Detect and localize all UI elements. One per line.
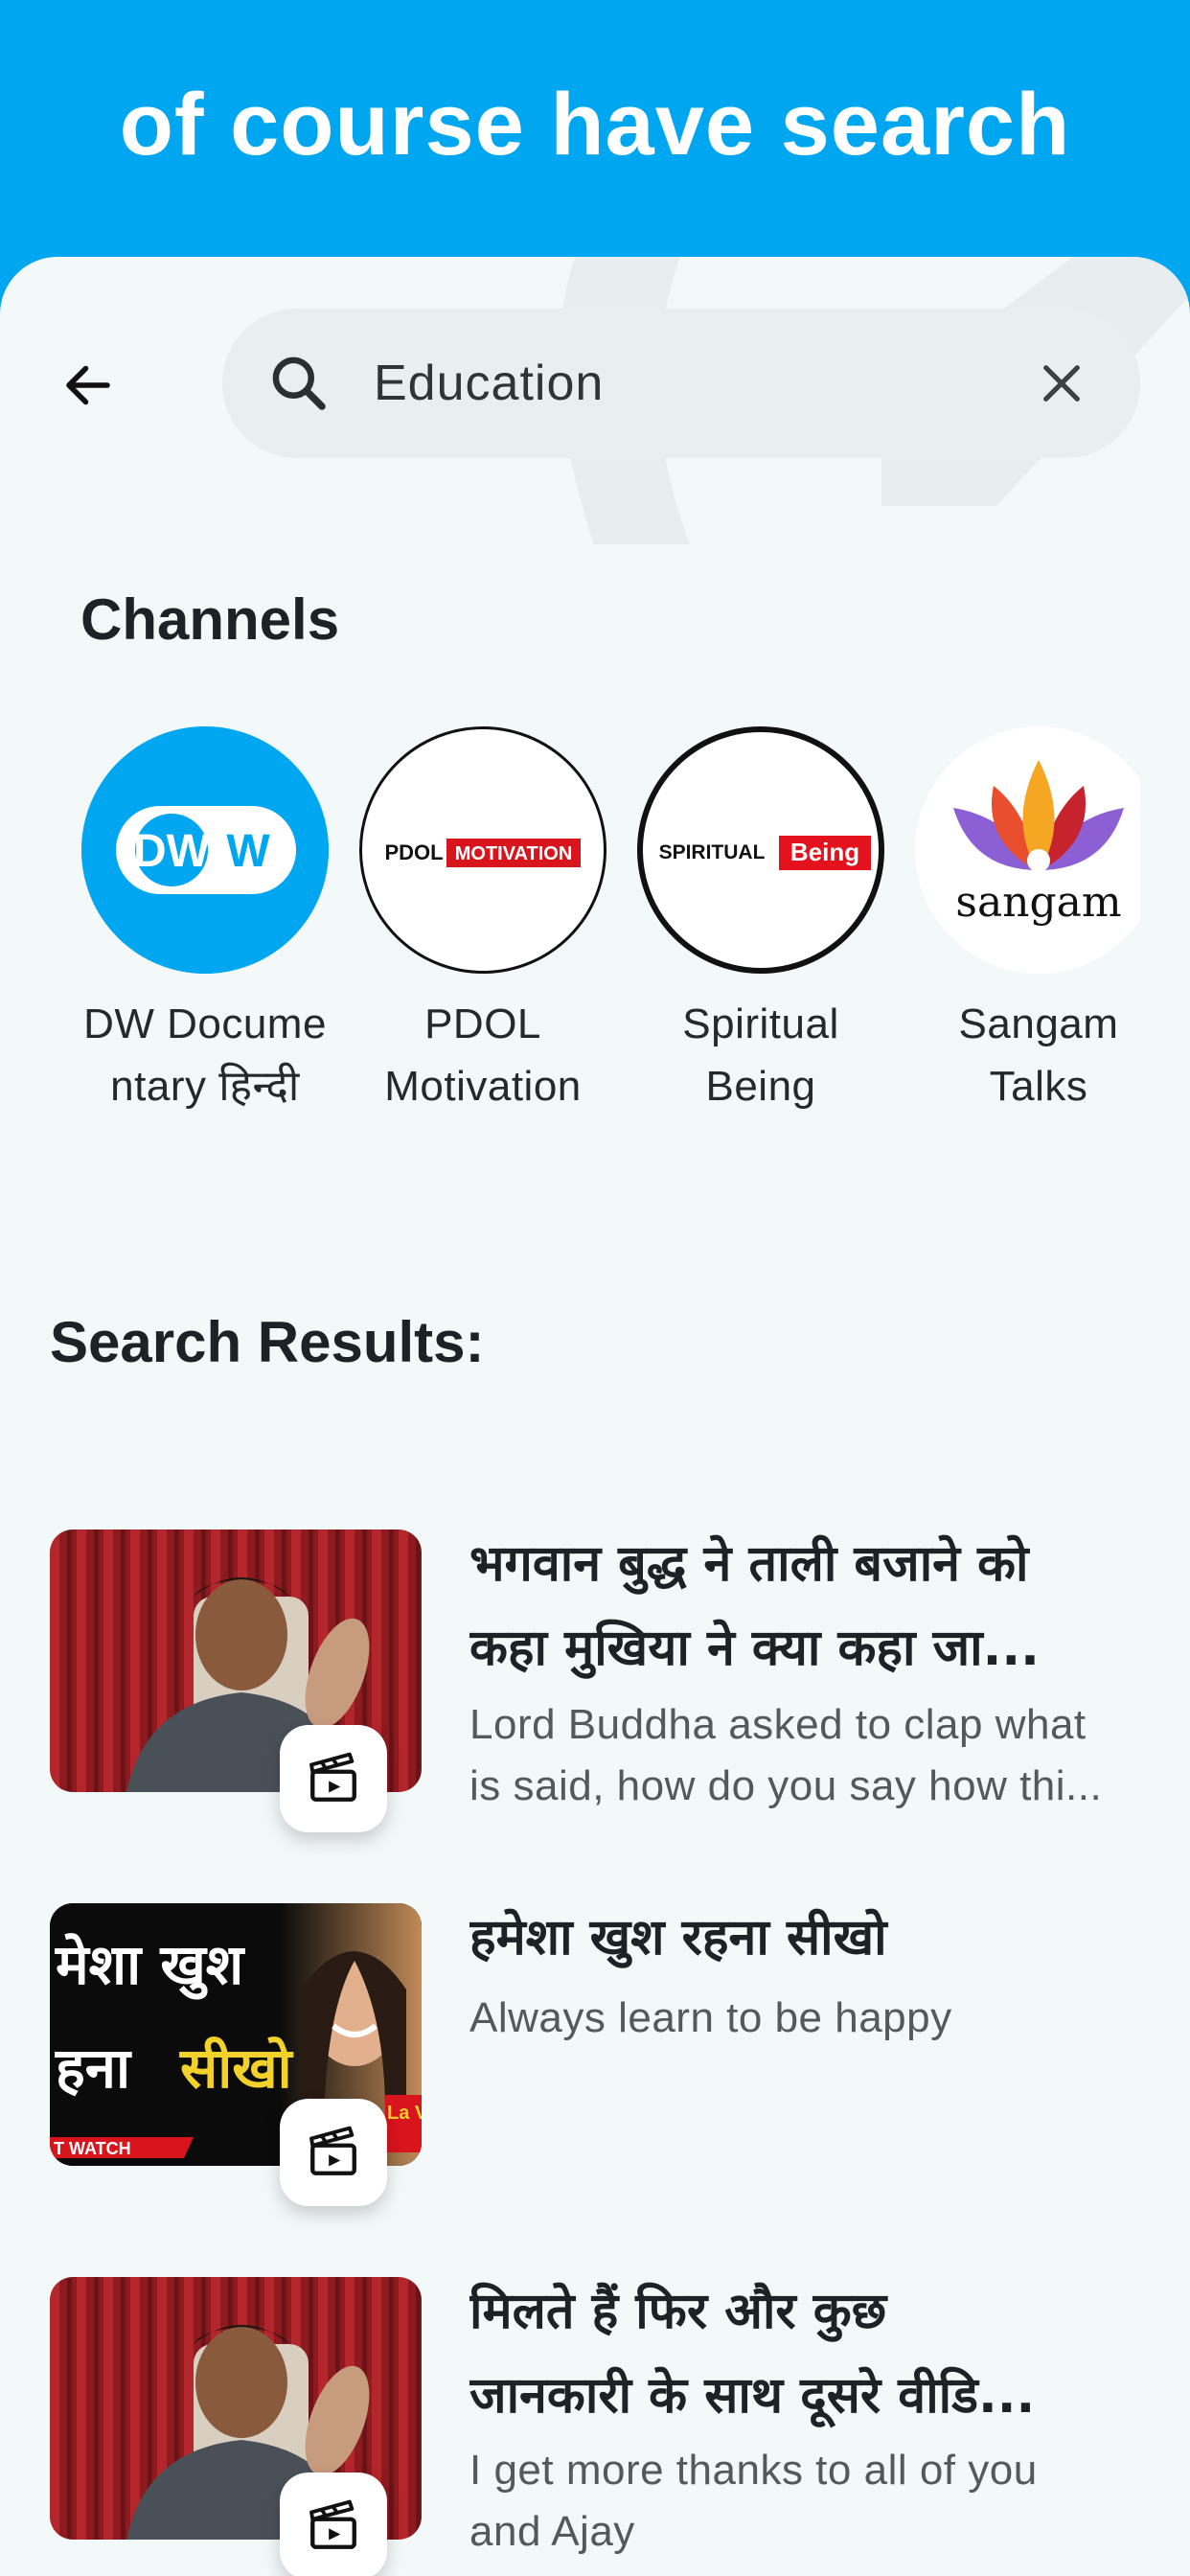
search-bar[interactable] bbox=[222, 309, 1140, 458]
result-description: I get more thanks to all of you and Ajay bbox=[469, 2440, 1121, 2563]
channel-avatar: PDOL MOTIVATION bbox=[359, 726, 606, 974]
sangam-logo-text: sangam bbox=[955, 878, 1121, 927]
spiritual-being-logo: SPIRITUAL Being bbox=[659, 836, 871, 870]
search-results-heading: Search Results: bbox=[50, 1310, 485, 1374]
thumbnail-text: सीखो bbox=[179, 2036, 294, 2101]
thumbnail-tag: T WATCH bbox=[54, 2139, 131, 2158]
dw-logo: DW W bbox=[81, 726, 329, 974]
video-thumbnail: मेशा खुश हना सीखो T WATCH La VI bbox=[50, 1903, 422, 2206]
dw-logo-text: DW bbox=[133, 826, 211, 877]
result-desc-line: is said, how do you say how thi... bbox=[469, 1762, 1103, 1809]
channel-name: ntary हिन्दी bbox=[110, 1063, 300, 1110]
back-button[interactable] bbox=[54, 351, 123, 420]
reel-badge bbox=[280, 1725, 387, 1832]
reel-badge bbox=[280, 2472, 387, 2576]
channel-name: Talks bbox=[989, 1063, 1088, 1110]
thumbnail-side-text: La VI bbox=[387, 2103, 422, 2124]
sangam-lotus-logo: sangam bbox=[915, 726, 1140, 974]
pdol-logo-subtext: MOTIVATION bbox=[455, 843, 573, 864]
channel-avatar: sangam bbox=[915, 726, 1140, 974]
clapperboard-icon bbox=[309, 2499, 356, 2549]
channel-name: Being bbox=[705, 1063, 816, 1110]
result-desc-line: Lord Buddha asked to clap what bbox=[469, 1701, 1087, 1748]
video-thumbnail bbox=[50, 1530, 422, 1832]
channel-dw-documentary[interactable]: DW W DW Docume ntary हिन्दी bbox=[80, 726, 330, 1117]
search-result-item[interactable]: भगवान बुद्ध ने ताली बजाने को कहा मुखिया … bbox=[50, 1530, 1142, 1846]
close-icon bbox=[1043, 365, 1080, 402]
banner-title: of course have search bbox=[119, 76, 1071, 173]
result-description: Lord Buddha asked to clap what is said, … bbox=[469, 1694, 1121, 1817]
pdol-logo: PDOL MOTIVATION bbox=[384, 839, 581, 867]
result-desc-line: Always learn to be happy bbox=[469, 1994, 952, 2041]
channels-heading: Channels bbox=[80, 587, 340, 652]
clapperboard-icon bbox=[309, 1752, 356, 1802]
result-title-line: कहा मुखिया ने क्या कहा जा... bbox=[469, 1620, 1040, 1677]
arrow-left-icon bbox=[66, 365, 110, 405]
search-icon bbox=[272, 356, 326, 410]
pdol-logo-text: PDOL bbox=[384, 840, 443, 864]
result-title-line: भगवान बुद्ध ने ताली बजाने को bbox=[469, 1535, 1029, 1593]
result-title-line: मिलते हैं फिर और कुछ bbox=[469, 2283, 887, 2340]
channel-spiritual-being[interactable]: SPIRITUAL Being Spiritual Being bbox=[636, 726, 885, 1117]
result-desc-line: I get more thanks to all of you bbox=[469, 2447, 1038, 2494]
clear-search-button[interactable] bbox=[1029, 351, 1094, 416]
app-screen: Channels DW W DW Docume ntary हिन्दी bbox=[0, 257, 1190, 2576]
promo-banner: of course have search bbox=[0, 0, 1190, 278]
result-title: मिलते हैं फिर और कुछ जानकारी के साथ दूसर… bbox=[469, 2269, 1121, 2438]
result-title-line: जानकारी के साथ दूसरे वीडि... bbox=[469, 2367, 1036, 2425]
result-title: भगवान बुद्ध ने ताली बजाने को कहा मुखिया … bbox=[469, 1522, 1121, 1690]
channel-name: DW Docume bbox=[83, 1000, 327, 1047]
channel-name: Motivation bbox=[384, 1063, 582, 1110]
search-result-item[interactable]: मेशा खुश हना सीखो T WATCH La VI bbox=[50, 1903, 1142, 2210]
channel-avatar: SPIRITUAL Being bbox=[637, 726, 884, 974]
clapperboard-icon bbox=[309, 2126, 356, 2175]
channel-avatar: DW W bbox=[81, 726, 329, 974]
channel-pdol-motivation[interactable]: PDOL MOTIVATION PDOL Motivation bbox=[358, 726, 607, 1117]
search-result-item[interactable]: मिलते हैं फिर और कुछ जानकारी के साथ दूसर… bbox=[50, 2277, 1142, 2576]
spiritual-logo-text: SPIRITUAL bbox=[659, 841, 766, 863]
spiritual-logo-subtext: Being bbox=[790, 838, 859, 866]
svg-text:W: W bbox=[226, 826, 270, 877]
video-thumbnail bbox=[50, 2277, 422, 2576]
result-title-line: हमेशा खुश रहना सीखो bbox=[469, 1909, 887, 1966]
reel-badge bbox=[280, 2099, 387, 2206]
channel-sangam-talks[interactable]: sangam Sangam Talks bbox=[914, 726, 1140, 1117]
channel-name: PDOL bbox=[424, 1000, 541, 1047]
channels-carousel[interactable]: DW W DW Docume ntary हिन्दी PDOL MOTIVAT… bbox=[80, 726, 1140, 1129]
result-description: Always learn to be happy bbox=[469, 1988, 1121, 2049]
search-input[interactable] bbox=[374, 347, 968, 420]
channel-name: Spiritual bbox=[682, 1000, 839, 1047]
result-desc-line: and Ajay bbox=[469, 2508, 635, 2555]
thumbnail-text: मेशा खुश bbox=[55, 1932, 246, 2000]
result-title: हमेशा खुश रहना सीखो bbox=[469, 1896, 1121, 1980]
thumbnail-text: हना bbox=[55, 2036, 132, 2101]
channel-name: Sangam bbox=[958, 1000, 1119, 1047]
